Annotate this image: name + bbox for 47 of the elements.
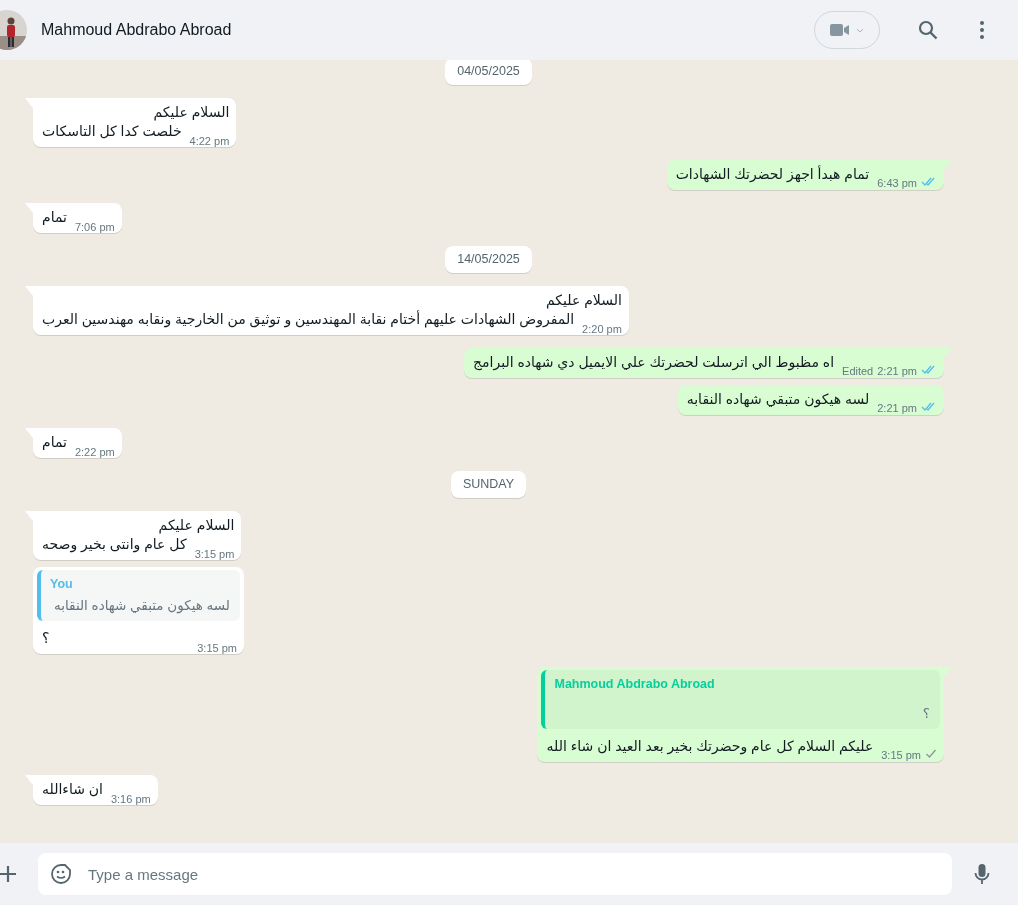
quote-text: لسه هيكون متبقي شهاده النقابه bbox=[53, 597, 230, 613]
message-text: ان شاءالله bbox=[42, 780, 103, 799]
message-text: تمام هبدأ اجهز لحضرتك الشهادات bbox=[675, 165, 870, 184]
message-text: المفروض الشهادات عليهم أختام نقابة المهندسين و توثيق من الخارجية ونقابه مهندسين العرب bbox=[42, 310, 575, 329]
message-text: اه مظبوط الي اترسلت لحضرتك علي الايميل دي شهاده البرامج bbox=[473, 353, 835, 372]
search-icon bbox=[918, 20, 938, 40]
quoted-message[interactable]: Mahmoud Abdrabo Abroad ؟ bbox=[541, 670, 940, 729]
quote-text: ؟ bbox=[921, 705, 930, 721]
date-separator: SUNDAY bbox=[450, 471, 527, 498]
double-check-icon bbox=[921, 176, 937, 187]
message-text: لسه هيكون متبقي شهاده النقابه bbox=[686, 390, 870, 409]
message-text: كل عام وانتى بخير وصحه bbox=[42, 535, 187, 554]
message-time: 2:21 pm bbox=[877, 402, 917, 414]
message-time: 3:15 pm bbox=[881, 749, 921, 761]
video-call-button[interactable] bbox=[814, 11, 880, 49]
message-time: 6:43 pm bbox=[877, 177, 917, 189]
message-text: السلام عليكم bbox=[545, 291, 622, 310]
date-separator: 14/05/2025 bbox=[445, 246, 532, 273]
message-time: 2:22 pm bbox=[74, 446, 115, 458]
message-time: 2:20 pm bbox=[582, 323, 622, 335]
composer-field[interactable]: Type a message bbox=[38, 853, 952, 895]
message-time: 3:16 pm bbox=[110, 793, 151, 805]
menu-icon bbox=[980, 21, 984, 39]
message-text: تمام bbox=[42, 208, 67, 227]
check-icon bbox=[925, 748, 937, 759]
message-text: عليكم السلام كل عام وحضرتك بخير بعد العيد ان شاء الله bbox=[546, 737, 874, 756]
message-time: 7:06 pm bbox=[74, 221, 115, 233]
date-separator: 04/05/2025 bbox=[445, 60, 532, 85]
quote-author: Mahmoud Abdrabo Abroad bbox=[554, 677, 716, 691]
double-check-icon bbox=[921, 401, 937, 412]
chevron-down-icon bbox=[856, 27, 864, 33]
quote-author: You bbox=[50, 577, 74, 591]
video-camera-icon bbox=[830, 23, 850, 37]
double-check-icon bbox=[921, 364, 937, 375]
message-text: السلام عليكم bbox=[157, 516, 235, 535]
message-time: 3:15 pm bbox=[194, 548, 235, 560]
message-text: خلصت كدا كل التاسكات bbox=[42, 122, 182, 141]
message-time: 3:15 pm bbox=[197, 642, 237, 654]
edited-label: Edited bbox=[842, 365, 874, 377]
plus-icon bbox=[0, 865, 17, 883]
message-time: 4:22 pm bbox=[189, 135, 230, 147]
message-text: ؟ bbox=[42, 629, 50, 648]
sticker-icon bbox=[50, 863, 72, 885]
message-time: 2:21 pm bbox=[877, 365, 917, 377]
microphone-icon bbox=[974, 863, 990, 885]
message-text: السلام عليكم bbox=[152, 103, 230, 122]
message-text: تمام bbox=[42, 433, 67, 452]
